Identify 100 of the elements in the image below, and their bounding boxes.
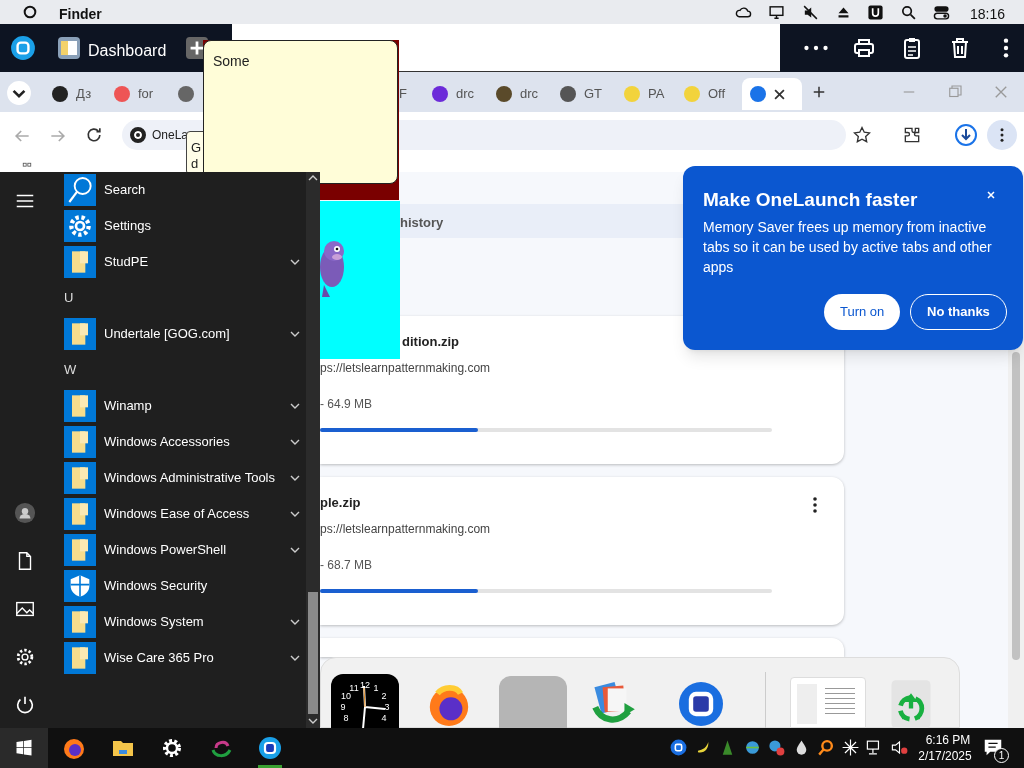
source-url[interactable]: ps://letslearnpatternmaking.com	[320, 520, 491, 538]
chevron-down-icon[interactable]	[290, 617, 300, 627]
browser-tab[interactable]: F	[399, 78, 421, 110]
user-avatar-icon[interactable]	[14, 502, 36, 524]
close-icon[interactable]	[774, 88, 785, 100]
onelaunch-icon[interactable]	[677, 680, 725, 728]
sticky-note[interactable]: Some	[203, 40, 398, 184]
bubble-button[interactable]: Turn on	[824, 294, 901, 330]
folder-icon	[64, 498, 96, 530]
more-menu-icon[interactable]	[1002, 37, 1010, 59]
tab-list-button[interactable]	[6, 80, 32, 106]
file-name[interactable]: ple.zip	[320, 493, 361, 513]
window-thumbnail[interactable]	[790, 677, 866, 728]
settings-icon[interactable]	[160, 736, 184, 760]
folder-icon	[64, 318, 96, 350]
start-menu-item[interactable]: Wise Care 365 Pro	[64, 640, 306, 676]
shield-icon	[64, 570, 96, 602]
muted-speaker-icon[interactable]	[802, 4, 819, 21]
source-url[interactable]: ps://letslearnpatternmaking.com	[320, 359, 491, 377]
muted-speaker-icon[interactable]	[889, 738, 909, 757]
firefox-icon[interactable]	[62, 736, 86, 760]
browser-tab[interactable]	[742, 78, 802, 110]
folder-icon	[64, 462, 96, 494]
taskbar-date[interactable]: 2/17/2025	[911, 748, 979, 764]
chevron-down-icon[interactable]	[290, 257, 300, 267]
browser-tab[interactable]: GT	[552, 78, 610, 110]
close-icon[interactable]	[985, 189, 997, 201]
tooltip-text: d	[191, 156, 200, 172]
reload-icon[interactable]	[84, 125, 104, 145]
chevron-down-icon[interactable]	[290, 473, 300, 483]
folder-icon	[64, 390, 96, 422]
cartoon-monkey-drawing	[320, 241, 346, 297]
more-options-icon[interactable]	[812, 496, 818, 514]
folder-icon	[64, 246, 96, 278]
section-heading: history	[400, 214, 444, 232]
asterisk-icon[interactable]	[840, 738, 860, 757]
start-menu-item[interactable]: StudPE	[64, 244, 306, 280]
start-menu-item[interactable]: Windows PowerShell	[64, 532, 306, 568]
start-menu-item[interactable]: Windows Accessories	[64, 424, 306, 460]
clock-widget[interactable]: 1112 1 10 2 9 3 8 4	[331, 674, 399, 728]
u-app-icon[interactable]	[867, 4, 884, 21]
power-icon[interactable]	[14, 694, 36, 716]
start-menu-item[interactable]: Winamp	[64, 388, 306, 424]
bubble-title: Make OneLaunch faster	[703, 188, 918, 212]
print-icon[interactable]	[852, 36, 876, 60]
scrollbar-thumb[interactable]	[308, 592, 318, 714]
dashboard-icon[interactable]	[57, 36, 81, 60]
search-icon	[64, 174, 96, 206]
taskbar-time[interactable]: 6:16 PM	[913, 732, 983, 748]
onelaunch-icon[interactable]	[258, 736, 282, 760]
start-menu-item[interactable]: Windows Security	[64, 568, 306, 604]
scroll-down-icon[interactable]	[308, 716, 318, 726]
folder-icon	[64, 426, 96, 458]
chevron-down-icon[interactable]	[290, 653, 300, 663]
bubble-text: Memory Saver frees up memory from inactive tabs so it can be used by active tabs and other apps	[703, 218, 993, 277]
chevron-down-icon[interactable]	[290, 401, 300, 411]
file-name[interactable]: dition.zip	[402, 332, 460, 352]
site-icon	[130, 127, 146, 143]
chevron-down-icon[interactable]	[290, 509, 300, 519]
download-icon[interactable]	[954, 123, 978, 147]
browser-tab[interactable]: Дз	[44, 78, 102, 110]
windows-logo-icon[interactable]	[15, 739, 33, 757]
dashboard-title[interactable]: Dashboard	[88, 39, 167, 63]
chevron-down-icon[interactable]	[290, 329, 300, 339]
settings-icon	[64, 210, 96, 242]
chevron-down-icon[interactable]	[290, 545, 300, 555]
start-menu-item[interactable]: Undertale [GOG.com]	[64, 316, 306, 352]
onelaunch-icon[interactable]	[669, 738, 688, 757]
note-text: Some	[213, 52, 250, 71]
browser-tab[interactable]: Off	[676, 78, 734, 110]
circle-logo-icon[interactable]	[22, 4, 38, 20]
start-menu-item[interactable]: Settings	[64, 208, 306, 244]
browser-tab[interactable]: for	[106, 78, 164, 110]
settings-icon[interactable]	[14, 646, 36, 668]
bookmark-star-icon[interactable]	[852, 125, 872, 145]
magnifier-icon[interactable]	[816, 738, 835, 757]
extensions-icon[interactable]	[902, 125, 922, 145]
monitor-icon[interactable]	[768, 4, 785, 21]
scrollbar-thumb[interactable]	[1012, 352, 1020, 660]
folder-icon	[64, 534, 96, 566]
toggle-icon[interactable]	[933, 4, 950, 21]
file-size: - 64.9 MB	[320, 396, 373, 413]
clock-time: 18:16	[970, 5, 1006, 24]
browser-tab[interactable]: drc	[424, 78, 482, 110]
file-size: - 68.7 MB	[320, 557, 373, 574]
start-menu-item[interactable]: Windows Administrative Tools	[64, 460, 306, 496]
chevron-down-icon[interactable]	[290, 437, 300, 447]
start-button[interactable]	[0, 728, 48, 768]
start-menu-item[interactable]: Windows Ease of Access	[64, 496, 306, 532]
start-menu-item[interactable]: Windows System	[64, 604, 306, 640]
search-icon[interactable]	[900, 4, 917, 21]
browser-tab[interactable]: PA	[616, 78, 674, 110]
section-letter: U	[64, 289, 74, 308]
scroll-up-icon[interactable]	[308, 173, 318, 183]
browser-tab[interactable]: drc	[488, 78, 546, 110]
onelaunch-logo-icon[interactable]	[10, 35, 36, 61]
folder-icon	[64, 642, 96, 674]
app-name[interactable]: Finder	[59, 4, 102, 25]
more-icon[interactable]	[803, 44, 829, 52]
network-error-icon[interactable]	[767, 738, 786, 757]
